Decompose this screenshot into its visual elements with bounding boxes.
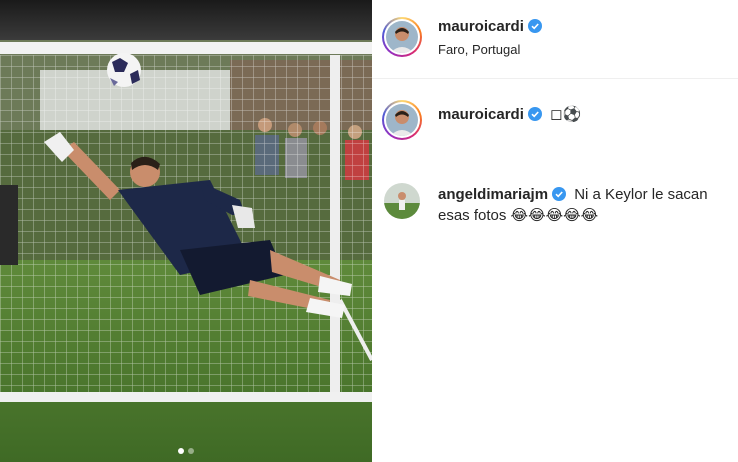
verified-badge-icon [527, 107, 542, 121]
avatar [386, 21, 418, 53]
post-location[interactable]: Faro, Portugal [438, 42, 520, 57]
commenter-avatar[interactable] [384, 183, 420, 219]
carousel-dot-active[interactable] [178, 448, 184, 454]
carousel-dot[interactable] [188, 448, 194, 454]
goalkeeper-photo [0, 0, 372, 462]
post-username[interactable]: mauroicardi [438, 18, 524, 35]
comment-username[interactable]: angeldimariajm [438, 186, 548, 203]
verified-badge-icon [527, 19, 542, 33]
post-header: mauroicardi Faro, Portugal [372, 0, 738, 79]
caption-text: ◻⚽ [550, 105, 582, 123]
caption-avatar[interactable] [382, 100, 422, 140]
post-sidebar: mauroicardi Faro, Portugal mauroicardi ◻… [372, 0, 738, 462]
avatar [386, 104, 418, 136]
carousel-indicator [0, 448, 372, 454]
comment-emojis: 😂😂😂😂😂 [510, 206, 599, 224]
caption-username[interactable]: mauroicardi [438, 106, 524, 123]
comment: angeldimariajm Ni a Keylor le sacan esas… [438, 184, 718, 226]
caption: mauroicardi ◻⚽ [438, 104, 581, 125]
post-photo[interactable] [0, 0, 372, 462]
story-ring-avatar[interactable] [382, 17, 422, 57]
verified-badge-icon [552, 187, 567, 201]
